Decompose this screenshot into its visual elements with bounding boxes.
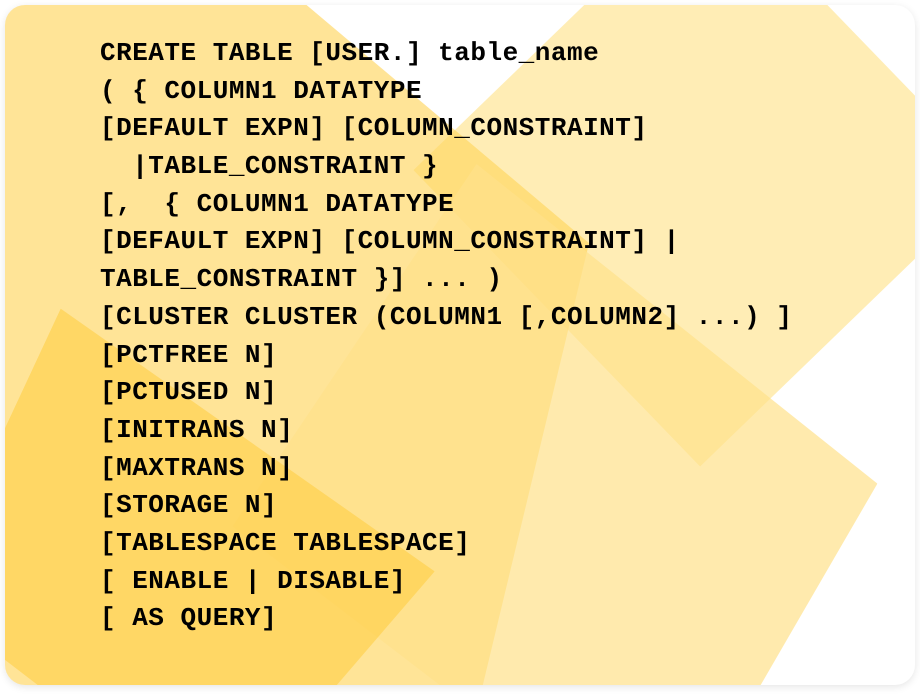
code-content: CREATE TABLE [USER.] table_name ( { COLU…	[5, 5, 915, 668]
code-line: [CLUSTER CLUSTER (COLUMN1 [,COLUMN2] ...…	[100, 299, 885, 337]
code-line: [PCTUSED N]	[100, 374, 885, 412]
code-line: [TABLESPACE TABLESPACE]	[100, 525, 885, 563]
code-line: ( { COLUMN1 DATATYPE	[100, 73, 885, 111]
code-line: [ ENABLE | DISABLE]	[100, 563, 885, 601]
code-line: TABLE_CONSTRAINT }] ... )	[100, 261, 885, 299]
code-line: [ AS QUERY]	[100, 600, 885, 638]
code-line: |TABLE_CONSTRAINT }	[100, 148, 885, 186]
code-line: [, { COLUMN1 DATATYPE	[100, 186, 885, 224]
code-line: [STORAGE N]	[100, 487, 885, 525]
code-line: [PCTFREE N]	[100, 337, 885, 375]
code-line: CREATE TABLE [USER.] table_name	[100, 35, 885, 73]
code-line: [INITRANS N]	[100, 412, 885, 450]
code-line: [DEFAULT EXPN] [COLUMN_CONSTRAINT] |	[100, 223, 885, 261]
code-line: [MAXTRANS N]	[100, 450, 885, 488]
slide-container: CREATE TABLE [USER.] table_name ( { COLU…	[5, 5, 915, 685]
code-line: [DEFAULT EXPN] [COLUMN_CONSTRAINT]	[100, 110, 885, 148]
